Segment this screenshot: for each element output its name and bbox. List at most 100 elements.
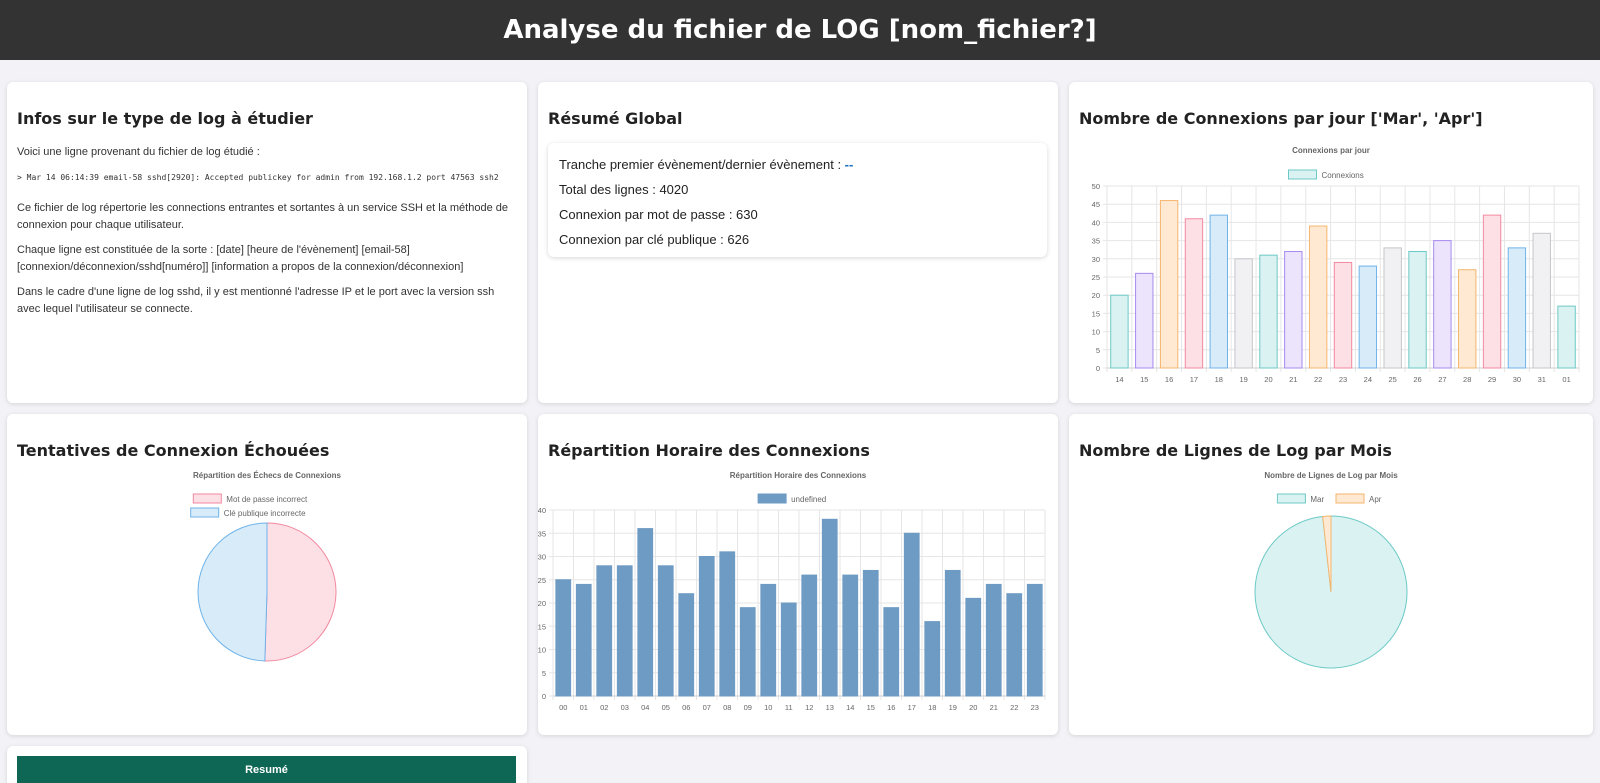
pubkey-connections: Connexion par clé publique : 626	[559, 232, 750, 247]
y-tick-label: 0	[542, 692, 546, 701]
legend-item-label: Clé publique incorrecte	[224, 509, 306, 518]
legend-item-label: undefined	[791, 495, 826, 504]
bar-00	[555, 579, 572, 697]
bar-01	[575, 583, 592, 697]
x-tick-label: 26	[1413, 375, 1421, 384]
bar-16	[1159, 200, 1179, 369]
x-tick-label: 28	[1463, 375, 1471, 384]
password-connections: Connexion par mot de passe : 630	[559, 207, 758, 222]
y-tick-label: 5	[1096, 346, 1100, 355]
pie-slice-mot-de-passe-incorrect	[264, 522, 337, 662]
x-tick-label: 14	[1115, 375, 1123, 384]
bar-07	[698, 556, 715, 697]
infos-body: Voici une ligne provenant du fichier de …	[17, 144, 512, 326]
legend-label: Apr	[1369, 495, 1382, 504]
bar-02	[596, 565, 613, 697]
bar-12	[801, 574, 818, 697]
bar-05	[657, 565, 674, 697]
bar-17	[1184, 218, 1204, 369]
bar-20	[965, 597, 982, 697]
legend-item-swatch	[757, 493, 787, 504]
chart-title: Nombre de Lignes de Log par Mois	[1264, 471, 1398, 480]
y-tick-label: 25	[538, 576, 546, 585]
bar-18	[924, 621, 941, 697]
bar-29	[1482, 214, 1502, 369]
x-tick-label: 25	[1389, 375, 1397, 384]
bar-06	[678, 593, 695, 697]
bar-23	[1026, 583, 1043, 697]
bar-15	[862, 569, 879, 697]
y-tick-label: 5	[542, 669, 546, 678]
monthly-lines-card: Nombre de Lignes de Log par Mois Nombre …	[1069, 414, 1593, 735]
x-tick-label: 08	[723, 703, 731, 712]
bar-27	[1433, 240, 1452, 369]
legend-item-swatch	[192, 493, 222, 504]
chart-title: Connexions par jour	[1292, 146, 1370, 155]
bar-19	[1234, 258, 1253, 369]
bar-13	[821, 518, 838, 697]
x-tick-label: 15	[1140, 375, 1148, 384]
bar-22	[1006, 593, 1023, 697]
x-tick-label: 07	[703, 703, 711, 712]
bar-21	[985, 583, 1002, 697]
page-title: Analyse du fichier de LOG [nom_fichier?]	[503, 15, 1097, 45]
bar-01	[1557, 305, 1576, 369]
x-tick-label: 17	[1190, 375, 1198, 384]
y-tick-label: 15	[538, 622, 546, 631]
x-tick-label: 01	[580, 703, 588, 712]
bar-17	[903, 532, 920, 697]
x-tick-label: 27	[1438, 375, 1446, 384]
hourly-connections-chart: Répartition Horaire des Connexions undefi…	[538, 471, 1046, 712]
x-tick-label: 04	[641, 703, 649, 712]
x-tick-label: 31	[1538, 375, 1546, 384]
bar-04	[637, 528, 654, 697]
x-tick-label: 22	[1314, 375, 1322, 384]
x-tick-label: 19	[949, 703, 957, 712]
y-tick-label: 50	[1092, 182, 1100, 191]
x-tick-label: 20	[969, 703, 977, 712]
bar-25	[1383, 247, 1402, 369]
y-tick-label: 10	[1092, 328, 1100, 337]
x-tick-label: 17	[908, 703, 916, 712]
infos-intro: Voici une ligne provenant du fichier de …	[17, 146, 260, 158]
bar-03	[616, 565, 633, 697]
y-tick-label: 40	[1092, 218, 1100, 227]
x-tick-label: 16	[887, 703, 895, 712]
infos-paragraph-2: Chaque ligne est constituée de la sorte …	[17, 244, 464, 273]
bar-24	[1358, 265, 1378, 369]
failed-connections-chart: Répartition des Échecs de Connexions Mot …	[190, 471, 342, 662]
monthly-lines-chart: Nombre de Lignes de Log par Mois Mar Apr	[1254, 471, 1408, 669]
bar-14	[1110, 294, 1129, 369]
range-label: Tranche premier évènement/dernier évènem…	[559, 157, 845, 172]
y-tick-label: 35	[538, 529, 546, 538]
x-tick-label: 15	[867, 703, 875, 712]
bar-10	[760, 583, 777, 697]
x-tick-label: 23	[1339, 375, 1347, 384]
sample-log-line: > Mar 14 06:14:39 email-58 sshd[2920]: A…	[17, 173, 499, 182]
y-tick-label: 30	[538, 553, 546, 562]
x-tick-label: 05	[662, 703, 670, 712]
bottom-card: Resumé	[7, 746, 527, 783]
pie-slice-cl-publique-incorrecte	[197, 522, 268, 662]
legend-item-label: Mot de passe incorrect	[226, 495, 308, 504]
resume-button[interactable]: Resumé	[17, 756, 516, 783]
x-tick-label: 10	[764, 703, 772, 712]
bar-18	[1209, 214, 1228, 369]
y-tick-label: 20	[1092, 291, 1100, 300]
x-tick-label: 19	[1239, 375, 1247, 384]
page-header: Analyse du fichier de LOG [nom_fichier?]	[0, 0, 1600, 60]
connections-per-day-card: Nombre de Connexions par jour ['Mar', 'A…	[1069, 82, 1593, 403]
resume-card: Résumé Global Tranche premier évènement/…	[538, 82, 1058, 403]
daily-connections-chart: Connexions par jour Connexions 0 5 10 15 20 25 3…	[1092, 146, 1580, 384]
bar-14	[842, 574, 859, 697]
x-tick-label: 23	[1031, 703, 1039, 712]
infos-paragraph-1: Ce fichier de log répertorie les connect…	[17, 202, 508, 231]
x-tick-label: 06	[682, 703, 690, 712]
bar-20	[1259, 254, 1278, 369]
infos-paragraph-3: Dans le cadre d'une ligne de log sshd, i…	[17, 286, 495, 315]
infos-title: Infos sur le type de log à étudier	[17, 109, 313, 128]
total-lines: Total des lignes : 4020	[559, 182, 689, 197]
y-tick-label: 0	[1096, 364, 1100, 373]
legend-item-swatch	[190, 507, 220, 518]
x-tick-label: 30	[1513, 375, 1521, 384]
